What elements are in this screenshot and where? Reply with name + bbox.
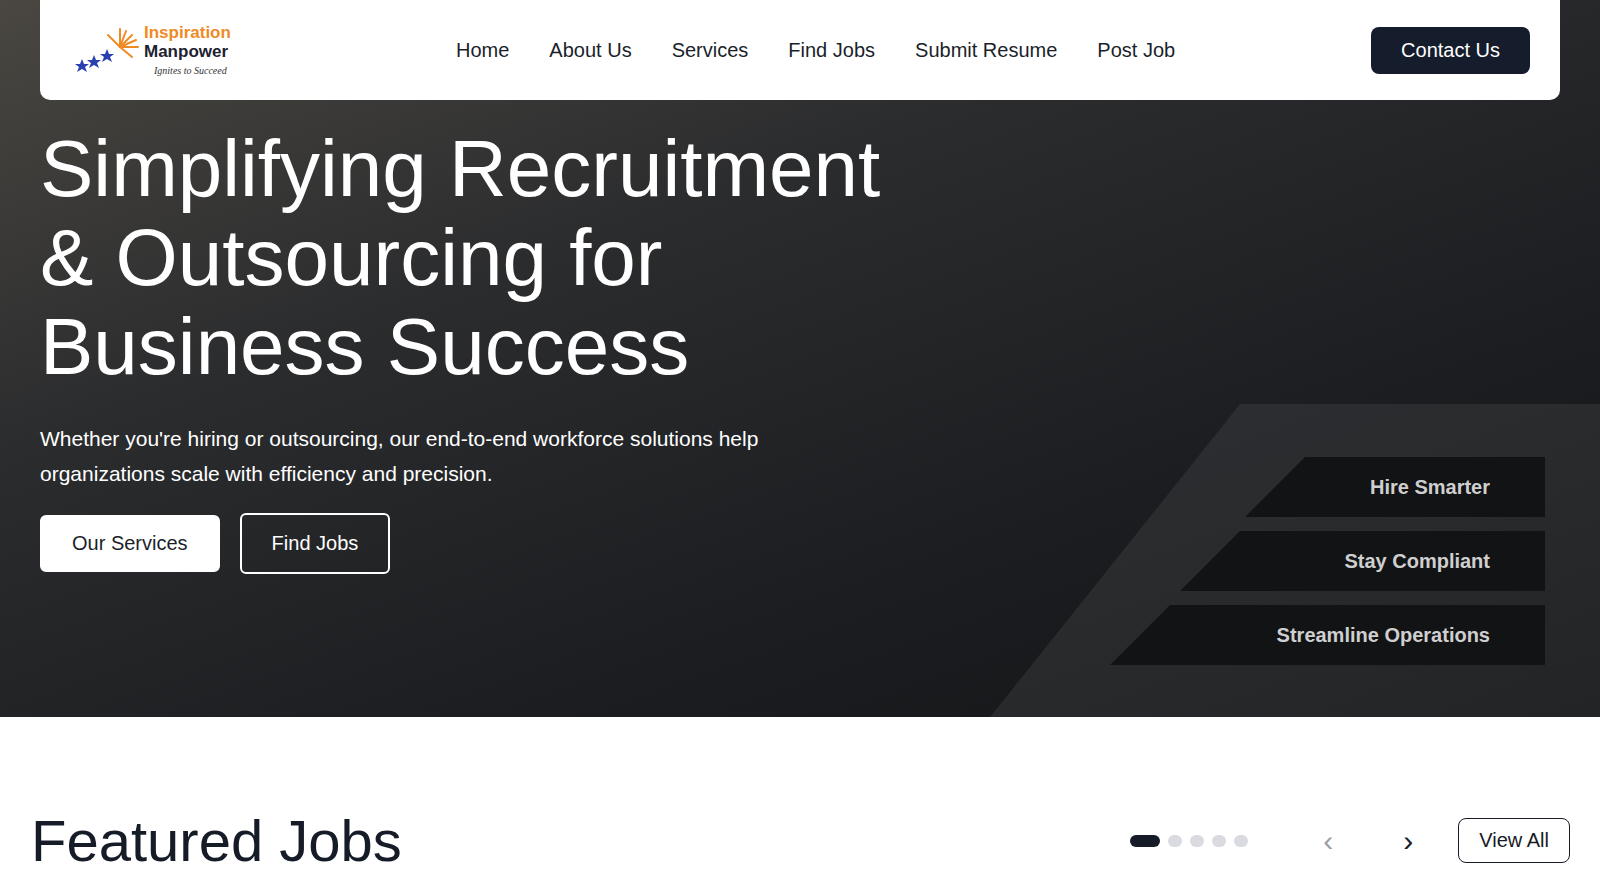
hero-title-line: & Outsourcing for <box>40 213 880 302</box>
hero-button[interactable]: Find Jobs <box>240 513 391 574</box>
hero-buttons: Our Services Find Jobs <box>40 513 880 574</box>
nav-item[interactable]: Submit Resume <box>915 39 1057 62</box>
view-all-button[interactable]: View All <box>1458 818 1570 863</box>
pagination-dot[interactable] <box>1190 835 1204 847</box>
hero-content: Simplifying Recruitment& Outsourcing for… <box>40 124 880 717</box>
main-nav: Home About Us Services Find Jobs Submit Resu… <box>374 39 1371 62</box>
nav-item[interactable]: Home <box>456 39 509 62</box>
pagination-dot[interactable] <box>1130 835 1160 847</box>
logo-line1: Inspiration <box>144 24 231 43</box>
header: InspirationManpower Ignites to Succeed Hom… <box>40 0 1560 100</box>
nav-item[interactable]: Services <box>672 39 749 62</box>
logo-tagline: Ignites to Succeed <box>144 65 231 76</box>
highlight-bar: Streamline Operations <box>1110 605 1545 665</box>
pagination-dot[interactable] <box>1234 835 1248 847</box>
hero: InspirationManpower Ignites to Succeed Hom… <box>0 0 1600 717</box>
prev-arrow[interactable]: ‹ <box>1308 825 1348 857</box>
hero-title-line: Business Success <box>40 302 880 391</box>
featured-jobs: Featured Jobs ‹ › View All <box>0 717 1600 873</box>
hero-button[interactable]: Our Services <box>40 515 220 572</box>
pagination-dots <box>1130 835 1248 847</box>
logo[interactable]: InspirationManpower Ignites to Succeed <box>74 24 374 76</box>
hero-title: Simplifying Recruitment& Outsourcing for… <box>40 124 880 391</box>
pagination-dot[interactable] <box>1212 835 1226 847</box>
stars-sunburst-icon <box>74 25 142 75</box>
nav-item[interactable]: Post Job <box>1097 39 1175 62</box>
pagination-dot[interactable] <box>1168 835 1182 847</box>
nav-item[interactable]: About Us <box>549 39 631 62</box>
logo-line2: Manpower <box>144 43 231 62</box>
highlights: Hire Smarter Stay Compliant Streamline Ope… <box>1110 457 1545 665</box>
logo-text: InspirationManpower Ignites to Succeed <box>144 24 231 76</box>
hero-title-line: Simplifying Recruitment <box>40 124 880 213</box>
next-arrow[interactable]: › <box>1388 825 1428 857</box>
highlight-bar: Stay Compliant <box>1180 531 1545 591</box>
hero-subtitle: Whether you're hiring or outsourcing, ou… <box>40 421 800 491</box>
highlight-bar: Hire Smarter <box>1245 457 1545 517</box>
nav-item[interactable]: Find Jobs <box>788 39 875 62</box>
page: InspirationManpower Ignites to Succeed Hom… <box>0 0 1600 890</box>
hero-body: Simplifying Recruitment& Outsourcing for… <box>0 100 1600 717</box>
contact-button[interactable]: Contact Us <box>1371 27 1530 74</box>
featured-title: Featured Jobs <box>31 809 402 873</box>
carousel-controls: ‹ › View All <box>1130 818 1570 873</box>
